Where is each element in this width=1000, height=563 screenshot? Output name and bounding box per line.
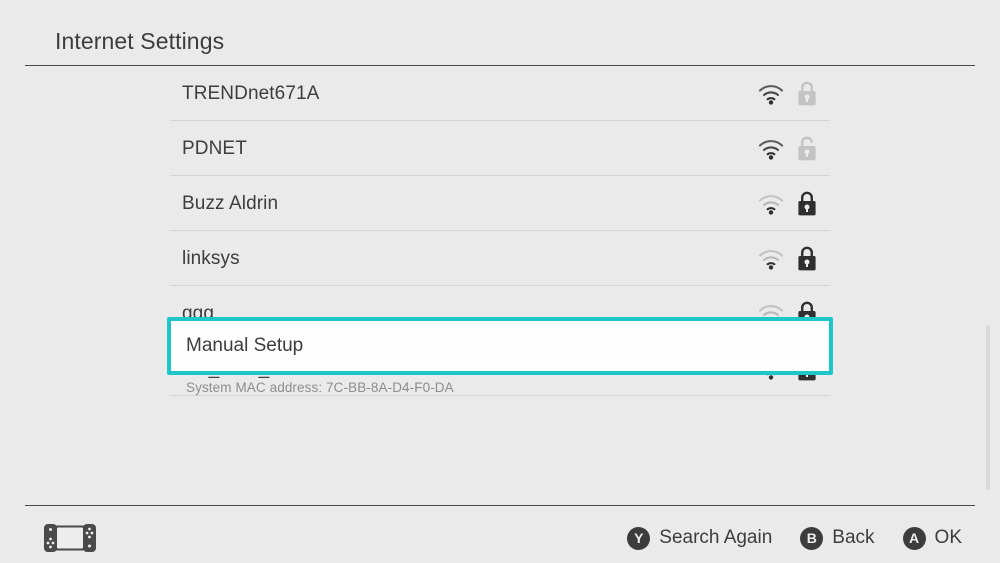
- page-title: Internet Settings: [55, 28, 224, 55]
- button-prompt-y[interactable]: Y Search Again: [627, 527, 772, 550]
- network-status-icons: [758, 246, 830, 272]
- network-row[interactable]: TRENDnet671A: [170, 66, 830, 121]
- button-a-icon: A: [903, 527, 926, 550]
- network-name: Buzz Aldrin: [182, 193, 278, 215]
- wifi-signal-weak-icon: [758, 248, 784, 270]
- button-prompt-label: Back: [832, 527, 874, 549]
- footer-divider: [25, 505, 975, 506]
- network-list: TRENDnet671APDNETBuzz AldrinlinksysgggCS…: [0, 66, 1000, 503]
- scrollbar-thumb[interactable]: [986, 325, 990, 490]
- network-status-icons: [758, 81, 830, 107]
- network-row[interactable]: linksys: [170, 231, 830, 286]
- row-separator: [170, 395, 830, 396]
- footer-bar: Y Search Again B Back A OK: [0, 503, 1000, 563]
- lock-open-icon: [796, 136, 818, 162]
- network-row[interactable]: Buzz Aldrin: [170, 176, 830, 231]
- nintendo-switch-console-icon: [44, 524, 96, 552]
- wifi-signal-strong-icon: [758, 138, 784, 160]
- network-name: linksys: [182, 248, 240, 270]
- lock-closed-icon: [796, 81, 818, 107]
- manual-setup-label: Manual Setup: [186, 335, 303, 357]
- system-mac-address: System MAC address: 7C-BB-8A-D4-F0-DA: [186, 380, 454, 395]
- button-b-icon: B: [800, 527, 823, 550]
- network-name: TRENDnet671A: [182, 83, 319, 105]
- lock-closed-icon: [796, 246, 818, 272]
- manual-setup-item[interactable]: Manual Setup: [167, 317, 833, 375]
- button-prompts: Y Search Again B Back A OK: [627, 523, 962, 553]
- button-prompt-label: Search Again: [659, 527, 772, 549]
- network-name: PDNET: [182, 138, 247, 160]
- lock-closed-icon: [796, 191, 818, 217]
- network-row[interactable]: PDNET: [170, 121, 830, 176]
- network-status-icons: [758, 191, 830, 217]
- scrollbar-track[interactable]: [986, 70, 990, 495]
- wifi-signal-weak-icon: [758, 193, 784, 215]
- network-status-icons: [758, 136, 830, 162]
- button-prompt-a[interactable]: A OK: [903, 527, 962, 550]
- page-header: Internet Settings: [0, 0, 1000, 66]
- button-prompt-label: OK: [935, 527, 962, 549]
- wifi-signal-strong-icon: [758, 83, 784, 105]
- button-prompt-b[interactable]: B Back: [800, 527, 874, 550]
- button-y-icon: Y: [627, 527, 650, 550]
